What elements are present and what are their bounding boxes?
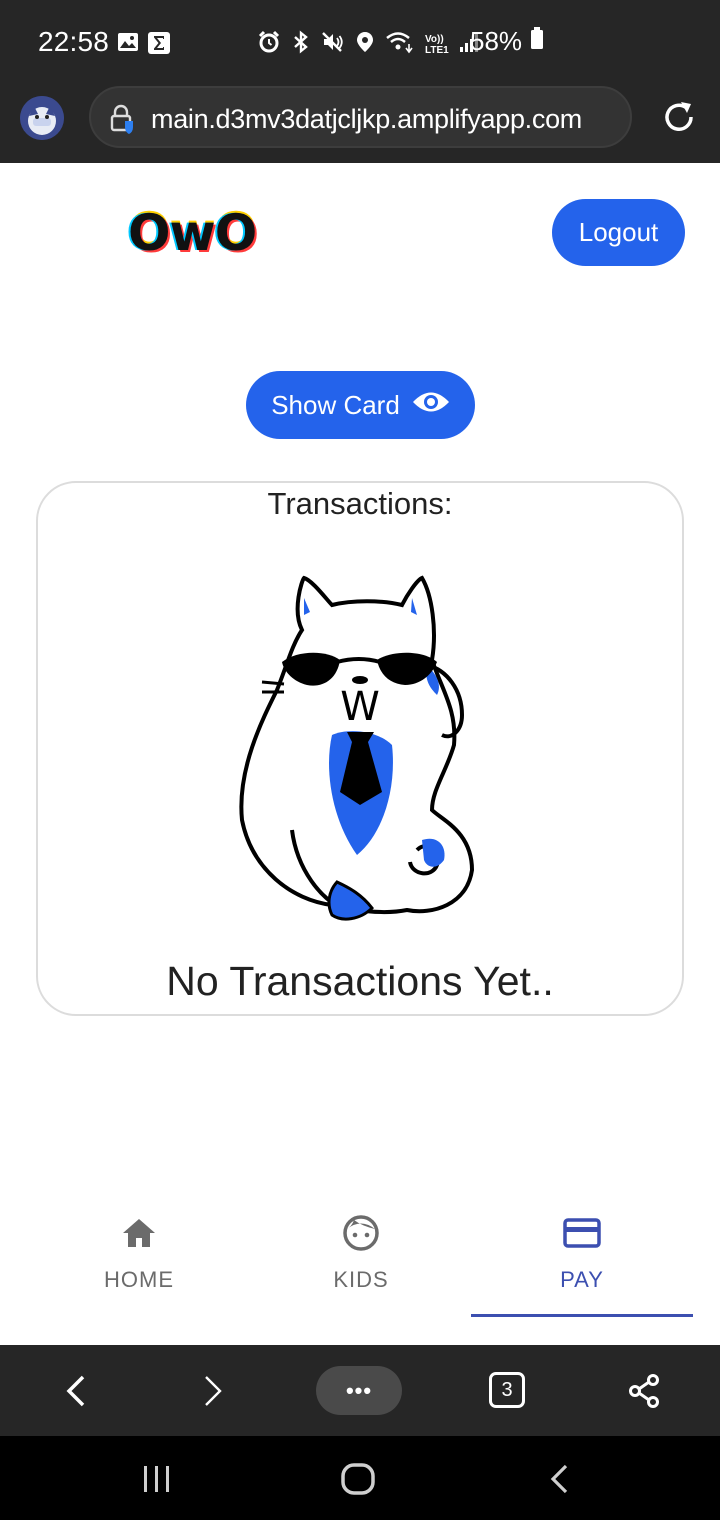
home-icon [121, 1213, 157, 1253]
wifi-icon [385, 30, 415, 59]
recent-apps-icon[interactable] [141, 1464, 173, 1499]
system-navigation-bar [0, 1436, 720, 1520]
forward-icon[interactable] [193, 1345, 233, 1436]
gallery-icon [117, 31, 139, 60]
nav-home[interactable]: HOME [28, 1205, 250, 1315]
browser-toolbar: ••• 3 [0, 1345, 720, 1436]
cat-illustration: W [239, 575, 475, 921]
transactions-title: Transactions: [267, 486, 453, 521]
status-time: 22:58 [38, 26, 110, 57]
profile-avatar[interactable] [20, 96, 64, 140]
nav-kids[interactable]: KIDS [250, 1205, 472, 1315]
nav-kids-label: KIDS [333, 1267, 389, 1292]
nav-active-indicator [471, 1314, 693, 1317]
url-field[interactable]: main.d3mv3datjcljkp.amplifyapp.com [89, 86, 632, 148]
eye-icon [412, 389, 450, 422]
location-icon [355, 30, 375, 59]
logout-button[interactable]: Logout [552, 199, 685, 266]
nav-pay-label: PAY [560, 1267, 604, 1292]
secure-lock-icon [109, 104, 135, 139]
reload-icon[interactable] [660, 98, 698, 141]
nav-pay[interactable]: PAY [471, 1205, 693, 1315]
back-system-icon[interactable] [548, 1463, 570, 1500]
home-system-icon[interactable] [340, 1462, 376, 1501]
status-bar: 22:58 Vo)) LTE1 58% [0, 0, 720, 72]
browser-address-bar: main.d3mv3datjcljkp.amplifyapp.com [0, 72, 720, 163]
share-icon[interactable] [624, 1345, 664, 1436]
battery-percent: 58% [470, 26, 523, 56]
cat-tag-letter: W [340, 684, 380, 730]
network-type-label: Vo)) LTE1 [425, 33, 449, 56]
battery-icon [530, 26, 544, 57]
alarm-icon [257, 30, 281, 59]
mute-icon [321, 30, 345, 59]
nav-home-label: HOME [104, 1267, 174, 1292]
app-logo: OwO [128, 204, 257, 262]
tabs-count-button[interactable]: 3 [489, 1372, 525, 1408]
show-card-button[interactable]: Show Card [246, 371, 475, 439]
sigma-icon [147, 31, 171, 60]
kid-face-icon [342, 1213, 380, 1253]
show-card-label: Show Card [271, 389, 400, 420]
url-text: main.d3mv3datjcljkp.amplifyapp.com [151, 104, 582, 134]
empty-transactions-message: No Transactions Yet.. [166, 958, 554, 1004]
more-menu-button[interactable]: ••• [316, 1366, 402, 1415]
bluetooth-icon [291, 30, 311, 59]
back-icon[interactable] [56, 1345, 96, 1436]
credit-card-icon [563, 1213, 601, 1253]
